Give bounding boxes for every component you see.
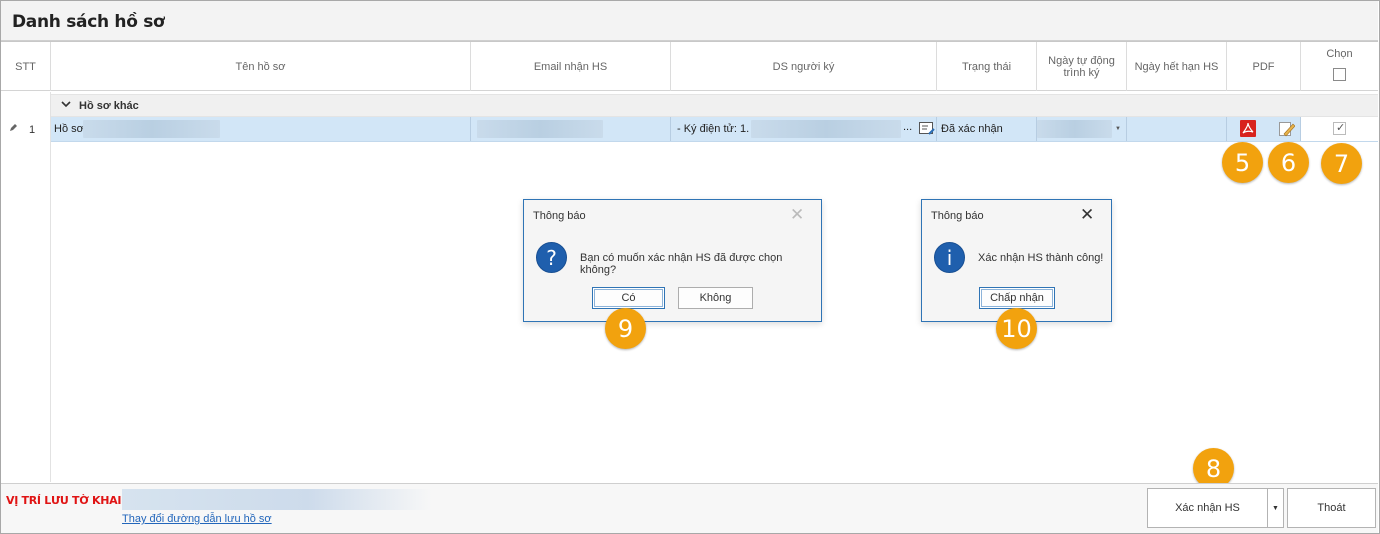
sign-pdf-icon[interactable] xyxy=(1279,120,1296,140)
yes-button[interactable]: Có xyxy=(592,287,665,309)
grid-header: STT Tên hồ sơ Email nhận HS DS người ký … xyxy=(1,41,1378,91)
column-header-pdf[interactable]: PDF xyxy=(1227,42,1301,91)
column-header-email[interactable]: Email nhận HS xyxy=(471,42,671,91)
cell-pdf xyxy=(1227,117,1301,141)
cell-ds-nguoi-ky-text: - Ký điện tử: 1. xyxy=(677,123,750,135)
cell-ten-ho-so-text: Hồ sơ xyxy=(54,123,84,135)
window-title: Danh sách hồ sơ xyxy=(12,12,165,32)
row-indicator-column xyxy=(1,92,51,482)
confirm-hs-dropdown-icon[interactable]: ▼ xyxy=(1267,488,1284,528)
column-header-trang-thai[interactable]: Trạng thái xyxy=(937,42,1037,91)
redacted-name xyxy=(83,120,220,138)
confirm-dialog-title: Thông báo xyxy=(533,210,586,222)
cell-ngay-het-han[interactable] xyxy=(1127,117,1227,141)
cell-ds-nguoi-ky[interactable]: - Ký điện tử: 1. ... xyxy=(671,117,917,141)
pdf-icon[interactable] xyxy=(1240,120,1256,140)
column-header-ngay-het-han[interactable]: Ngày hết hạn HS xyxy=(1127,42,1227,91)
ok-button[interactable]: Chấp nhận xyxy=(979,287,1055,309)
table-row[interactable]: Hồ sơ - Ký điện tử: 1. ... Đã xác nhận ▼ xyxy=(51,117,1378,142)
column-header-ngay-tu-dong[interactable]: Ngày tự động trình ký xyxy=(1037,42,1127,91)
confirm-dialog-message: Bạn có muốn xác nhận HS đã được chọn khô… xyxy=(580,252,783,276)
footer-bar: VỊ TRÍ LƯU TỜ KHAI: Thay đổi đường dẫn l… xyxy=(1,483,1378,533)
confirm-hs-button[interactable]: Xác nhận HS xyxy=(1147,488,1268,528)
check-icon: ✓ xyxy=(1336,122,1346,134)
redacted-signer xyxy=(751,120,901,138)
edit-pencil-icon xyxy=(9,123,18,135)
title-bar: Danh sách hồ sơ xyxy=(1,1,1378,41)
step-badge-6: 6 xyxy=(1268,142,1309,183)
step-badge-10: 10 xyxy=(996,308,1037,349)
column-header-chon[interactable]: Chọn xyxy=(1301,42,1378,91)
info-dialog: Thông báo ✕ i Xác nhận HS thành công! Ch… xyxy=(921,199,1112,322)
group-label: Hồ sơ khác xyxy=(79,100,139,112)
info-icon: i xyxy=(934,242,965,273)
column-header-ten-ho-so[interactable]: Tên hồ sơ xyxy=(51,42,471,91)
group-row[interactable]: Hồ sơ khác xyxy=(51,94,1378,117)
location-label: VỊ TRÍ LƯU TỜ KHAI: xyxy=(6,494,126,507)
question-icon: ? xyxy=(536,242,567,273)
cell-chon: ✓ xyxy=(1301,117,1378,141)
cell-ds-more: ... xyxy=(903,121,913,133)
signer-list-button[interactable] xyxy=(917,117,937,141)
info-dialog-title: Thông báo xyxy=(931,210,984,222)
chevron-down-icon[interactable] xyxy=(61,99,71,112)
select-all-checkbox[interactable] xyxy=(1333,68,1346,81)
cell-ten-ho-so[interactable]: Hồ sơ xyxy=(51,117,471,141)
column-header-ds-nguoi-ky[interactable]: DS người ký xyxy=(671,42,937,91)
info-dialog-message: Xác nhận HS thành công! xyxy=(978,252,1104,264)
cell-trang-thai-text: Đã xác nhận xyxy=(941,123,1003,135)
close-icon[interactable]: ✕ xyxy=(790,205,804,225)
exit-button[interactable]: Thoát xyxy=(1287,488,1376,528)
redacted-email xyxy=(477,120,603,138)
change-path-link[interactable]: Thay đổi đường dẫn lưu hồ sơ xyxy=(122,513,272,525)
cell-ngay-tu-dong[interactable]: ▼ xyxy=(1037,117,1127,141)
close-icon[interactable]: ✕ xyxy=(1080,205,1094,225)
no-button[interactable]: Không xyxy=(678,287,753,309)
signer-list-icon xyxy=(919,122,935,139)
confirm-dialog: Thông báo ✕ ? Bạn có muốn xác nhận HS đã… xyxy=(523,199,822,322)
step-badge-9: 9 xyxy=(605,308,646,349)
dropdown-arrow-icon[interactable]: ▼ xyxy=(1115,126,1121,132)
row-select-checkbox[interactable]: ✓ xyxy=(1333,122,1346,135)
column-header-chon-label: Chọn xyxy=(1326,48,1353,60)
cell-trang-thai[interactable]: Đã xác nhận xyxy=(937,117,1037,141)
redacted-location xyxy=(122,489,432,510)
row-stt: 1 xyxy=(29,124,36,136)
cell-email[interactable] xyxy=(471,117,671,141)
step-badge-5: 5 xyxy=(1222,142,1263,183)
redacted-date xyxy=(1037,120,1112,138)
step-badge-7: 7 xyxy=(1321,143,1362,184)
column-header-stt[interactable]: STT xyxy=(1,42,51,91)
